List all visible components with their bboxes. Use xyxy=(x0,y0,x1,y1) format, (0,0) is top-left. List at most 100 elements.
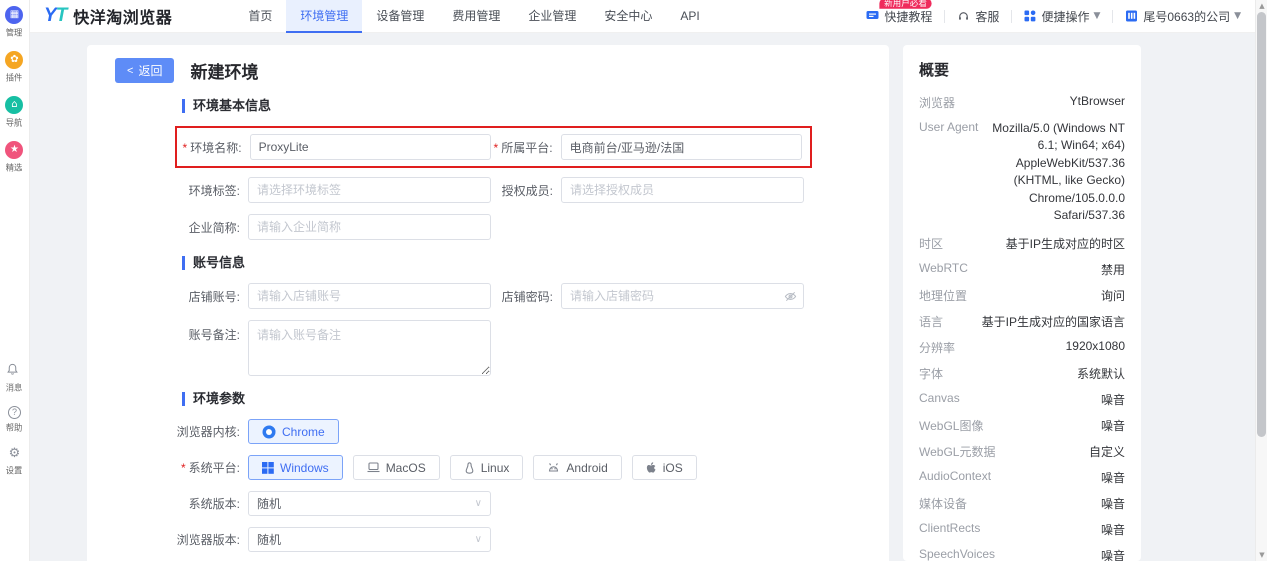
os-platform-linux-label: Linux xyxy=(480,460,510,475)
chevron-down-icon: ∨ xyxy=(474,534,482,545)
summary-row-media-devices: 媒体设备 噪音 xyxy=(919,497,1125,512)
os-version-label: 系统版本: xyxy=(188,497,240,511)
caret-down-icon: ▼ xyxy=(1234,11,1241,21)
rail-label: 插件 xyxy=(6,73,23,83)
nav-security-center[interactable]: 安全中心 xyxy=(590,0,666,33)
caret-down-icon: ▼ xyxy=(1093,11,1101,21)
shop-password-input[interactable] xyxy=(561,283,804,309)
rail-label: 设置 xyxy=(6,466,23,476)
windows-icon xyxy=(262,461,274,474)
summary-row-clientrects: ClientRects 噪音 xyxy=(919,521,1125,538)
linux-icon xyxy=(464,461,475,474)
section-env-params: 环境参数 xyxy=(182,392,889,406)
scroll-down-button[interactable]: ▼ xyxy=(1256,549,1267,561)
plugin-icon: ✿ xyxy=(5,51,24,69)
os-version-value: 随机 xyxy=(257,497,282,511)
quick-ops-label: 便捷操作 xyxy=(1041,9,1090,24)
browser-core-chrome-button[interactable]: Chrome xyxy=(248,419,339,444)
env-name-input[interactable] xyxy=(249,134,491,160)
os-platform-android-button[interactable]: Android xyxy=(533,455,622,480)
main-nav: 首页 环境管理 设备管理 费用管理 企业管理 安全中心 API xyxy=(234,0,713,33)
account-label: 尾号0663的公司 xyxy=(1143,9,1231,24)
chrome-icon xyxy=(262,425,276,439)
company-input[interactable] xyxy=(248,214,491,240)
browser-version-select[interactable]: 随机 ∨ xyxy=(248,527,491,552)
help-icon: ? xyxy=(7,406,21,419)
os-version-select[interactable]: 随机 ∨ xyxy=(248,491,491,516)
shop-account-label: 店铺账号: xyxy=(188,289,240,304)
nav-home[interactable]: 首页 xyxy=(234,0,286,33)
rail-item-settings[interactable]: ⚙ 设置 xyxy=(5,446,23,477)
divider xyxy=(1112,9,1114,23)
rail-label: 导航 xyxy=(6,118,23,128)
scroll-up-button[interactable]: ▲ xyxy=(1256,0,1267,12)
macos-icon xyxy=(367,462,380,473)
scrollbar-track[interactable]: ▲ ▼ xyxy=(1255,0,1267,561)
os-platform-macos-label: MacOS xyxy=(385,460,426,475)
summary-row-audiocontext: AudioContext 噪音 xyxy=(919,469,1125,486)
section-account-info: 账号信息 xyxy=(182,256,889,270)
env-tag-label: 环境标签: xyxy=(188,183,240,198)
section-basic-info: 环境基本信息 xyxy=(182,99,889,113)
platform-input[interactable] xyxy=(560,134,802,160)
summary-row-speechvoices: SpeechVoices 噪音 xyxy=(919,547,1125,561)
os-platform-linux-button[interactable]: Linux xyxy=(449,455,524,480)
os-platform-windows-label: Windows xyxy=(280,460,329,475)
rail-item-help[interactable]: ? 帮助 xyxy=(5,406,23,434)
back-label: 返回 xyxy=(138,64,163,78)
nav-environment-management[interactable]: 环境管理 xyxy=(286,0,363,33)
rail-item-messages[interactable]: 消息 xyxy=(5,363,23,394)
account-menu[interactable]: 尾号0663的公司 ▼ xyxy=(1125,8,1241,25)
password-visibility-icon[interactable] xyxy=(784,290,797,303)
back-button[interactable]: < 返回 xyxy=(115,58,175,83)
brand-name: 快洋淘浏览器 xyxy=(73,10,173,27)
rail-item-navigation[interactable]: ⌂ 导航 xyxy=(5,96,24,129)
summary-row-resolution: 分辨率 1920x1080 xyxy=(919,339,1125,356)
bell-icon xyxy=(6,363,22,379)
os-platform-macos-button[interactable]: MacOS xyxy=(352,455,440,480)
topbar-right: 新用户必看 快捷教程 客服 便捷操作 ▼ 尾号0663的公司 ▼ xyxy=(866,0,1241,25)
summary-row-language: 语言 基于IP生成对应的国家语言 xyxy=(919,315,1125,330)
scrollbar-thumb[interactable] xyxy=(1257,12,1266,437)
nav-api[interactable]: API xyxy=(666,0,713,33)
page-title: 新建环境 xyxy=(190,63,259,82)
summary-row-geolocation: 地理位置 询问 xyxy=(919,289,1125,304)
browser-core-label: 浏览器内核: xyxy=(176,425,240,439)
left-rail: ▦ 管理 ✿ 插件 ⌂ 导航 ★ 精选 消息 ? 帮助 ⚙ 设置 xyxy=(0,0,30,561)
featured-icon: ★ xyxy=(5,141,24,159)
manage-icon: ▦ xyxy=(5,6,24,24)
nav-device-management[interactable]: 设备管理 xyxy=(362,0,438,33)
rail-label: 消息 xyxy=(6,383,23,393)
nav-enterprise-management[interactable]: 企业管理 xyxy=(514,0,590,33)
app-logo[interactable]: YT 快洋淘浏览器 xyxy=(44,4,172,28)
summary-row-webgl-image: WebGL图像 噪音 xyxy=(919,419,1125,434)
os-platform-android-label: Android xyxy=(566,460,608,475)
support-button[interactable]: 客服 xyxy=(957,8,999,25)
tutorial-icon xyxy=(866,10,879,22)
shop-account-input[interactable] xyxy=(248,283,491,309)
rail-item-featured[interactable]: ★ 精选 xyxy=(5,141,24,174)
browser-version-value: 随机 xyxy=(257,533,282,547)
tutorial-button[interactable]: 新用户必看 快捷教程 xyxy=(866,0,932,25)
rail-item-manage[interactable]: ▦ 管理 xyxy=(5,6,24,39)
os-platform-ios-button[interactable]: iOS xyxy=(631,455,697,480)
summary-row-user-agent: User Agent Mozilla/5.0 (Windows NT 6.1; … xyxy=(919,120,1125,222)
env-tag-input[interactable] xyxy=(248,177,491,203)
gear-icon: ⚙ xyxy=(8,446,21,461)
summary-title: 概要 xyxy=(919,62,950,79)
summary-row-webgl-metadata: WebGL元数据 自定义 xyxy=(919,445,1125,460)
topbar: YT 快洋淘浏览器 首页 环境管理 设备管理 费用管理 企业管理 安全中心 AP… xyxy=(30,0,1255,33)
nav-billing-management[interactable]: 费用管理 xyxy=(438,0,514,33)
divider xyxy=(1011,9,1013,23)
company-label: 企业简称: xyxy=(188,220,240,235)
rail-item-plugin[interactable]: ✿ 插件 xyxy=(5,51,24,84)
account-note-label: 账号备注: xyxy=(188,328,240,342)
new-environment-form: < 返回 新建环境 环境基本信息 环境名称: 所属平台: 环境标签: 授权成员:… xyxy=(87,45,889,561)
auth-member-label: 授权成员: xyxy=(501,183,553,198)
auth-member-input[interactable] xyxy=(561,177,804,203)
highlight-box: 环境名称: 所属平台: xyxy=(175,126,812,168)
new-user-badge: 新用户必看 xyxy=(879,0,933,9)
quick-ops-button[interactable]: 便捷操作 ▼ xyxy=(1024,8,1100,25)
os-platform-windows-button[interactable]: Windows xyxy=(248,455,343,480)
account-note-textarea[interactable] xyxy=(248,320,491,376)
